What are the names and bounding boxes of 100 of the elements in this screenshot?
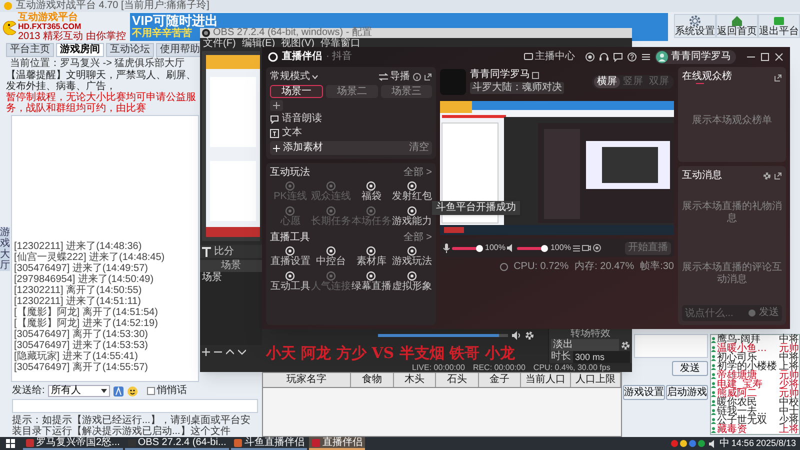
taskbar-item[interactable]: OBS 27.2.4 (64-bi... (124, 437, 230, 450)
director-button[interactable]: 导播 (379, 72, 410, 82)
source-item[interactable]: 语音朗读 (282, 114, 322, 124)
maximize-icon[interactable] (760, 52, 770, 62)
feature-button[interactable]: 游戏玩法 (392, 246, 432, 270)
microphone-slider[interactable] (452, 246, 480, 250)
feature-button[interactable]: 游戏能力 (392, 206, 432, 230)
record-icon[interactable] (585, 52, 595, 62)
feature-button[interactable]: 素材库 (351, 246, 392, 270)
player-rank: 元帅 (779, 344, 799, 353)
windows-logo-icon[interactable] (6, 439, 15, 448)
see-all-link[interactable]: 全部 > (403, 168, 432, 178)
swap-icon (379, 73, 388, 81)
circle-icon (406, 246, 417, 256)
scene-tab[interactable]: 场景二 (326, 85, 378, 98)
chat-icon[interactable] (613, 52, 623, 62)
ime-indicator[interactable]: 中 (719, 438, 730, 448)
font-icon[interactable] (112, 386, 124, 396)
help-icon[interactable] (627, 52, 637, 62)
message-input[interactable] (12, 399, 258, 413)
speaker-slider[interactable] (517, 246, 546, 250)
popout-icon[interactable] (774, 172, 782, 180)
emoji-icon[interactable] (126, 386, 138, 396)
monitor-icon (524, 53, 533, 61)
list-icon[interactable] (572, 244, 580, 252)
record-icon[interactable] (592, 244, 601, 252)
anchor-name: 青青同学罗马 (470, 70, 530, 80)
headset-icon[interactable] (599, 52, 609, 62)
transition-dropdown[interactable]: 淡出 (551, 339, 619, 351)
scene-item[interactable]: 场景 (200, 272, 262, 284)
player-name[interactable]: 公子世无双 (717, 416, 778, 425)
player-name[interactable]: 初心司乐 (717, 353, 778, 362)
feature-button[interactable]: 绿幕直播 (351, 271, 392, 295)
volume-reading: 100% (550, 244, 571, 252)
player-name[interactable]: 初学的小楼楼 (717, 362, 778, 371)
player-name[interactable]: 藏毒资 (717, 425, 778, 434)
action-button[interactable]: 游戏设置 (623, 385, 665, 400)
send-button[interactable]: 发送 (672, 361, 708, 376)
feature-button[interactable]: 虚拟形象 (392, 271, 432, 295)
anchor-center-button[interactable]: 主播中心 (524, 52, 575, 62)
camera-icon[interactable] (582, 244, 591, 252)
feature-button[interactable]: 中控台 (310, 246, 351, 270)
chat-message: [隐藏玩家] 进来了(14:55:41) (14, 351, 138, 362)
mode-dropdown[interactable]: 常规模式 (270, 72, 318, 82)
action-button[interactable]: 启动游戏 (666, 385, 708, 400)
popout-icon[interactable] (774, 74, 782, 82)
player-name[interactable]: 暖你农民 (717, 398, 778, 407)
audience-tab[interactable]: 在线观众榜 (682, 71, 732, 83)
plus-icon (273, 144, 280, 152)
volume-slider[interactable] (378, 334, 508, 336)
checkbox[interactable] (146, 387, 155, 395)
player-name[interactable]: 温暖小鱼… (717, 344, 778, 353)
menu-icon[interactable] (641, 52, 651, 62)
screen-mode-tab[interactable]: 横屏 (594, 76, 620, 88)
see-all-link[interactable]: 全部 > (403, 233, 432, 243)
tab[interactable]: 游戏房间 (56, 43, 104, 57)
recipient-dropdown[interactable]: 所有人 (48, 385, 110, 397)
chevron-down-icon[interactable] (238, 348, 246, 356)
taskbar-item[interactable]: 直播伴侣 (309, 437, 366, 450)
player-name[interactable]: 链我一去… (717, 407, 778, 416)
player-name[interactable]: 帝雄塘塘 (717, 371, 778, 380)
menu-item[interactable]: 停靠窗口 (320, 38, 360, 48)
feature-button[interactable]: 发射红包 (392, 181, 432, 205)
feature-button[interactable]: 福袋 (351, 181, 392, 205)
player-name[interactable]: 鹰鸟-阔拜 (717, 335, 778, 344)
taskbar-item[interactable]: 罗马复兴帝国2怒... (23, 437, 123, 450)
feature-button[interactable]: 互动工具 (270, 271, 310, 295)
taskbar-item[interactable]: 斗鱼直播伴侣 (231, 437, 308, 450)
message-input[interactable] (634, 334, 708, 358)
speaker-icon[interactable] (512, 330, 521, 340)
toolbar-button[interactable]: 系统设置 (674, 14, 716, 38)
circle-icon (285, 271, 296, 281)
clear-button[interactable]: 清空 (409, 143, 429, 153)
stats-text: 帧率:30 (640, 262, 674, 272)
add-scene-button[interactable] (270, 100, 283, 111)
player-name[interactable]: 熊威阿二 (717, 389, 778, 398)
toolbar-button[interactable]: 返回首页 (716, 14, 758, 38)
ring-logo-icon (268, 52, 278, 62)
banner-headline: VIP可随时进出 (132, 13, 218, 28)
close-icon[interactable] (774, 52, 784, 62)
column-header: 食物 (351, 373, 394, 387)
toolbar-button[interactable]: 退出平台 (758, 14, 800, 38)
user-menu[interactable]: 青青同学罗马 (655, 50, 736, 64)
overlay-caption: 小天 阿龙 方少 VS 半支烟 铁哥 小龙 (266, 344, 515, 362)
edit-icon[interactable] (532, 72, 539, 78)
player-icon (711, 372, 716, 378)
tab[interactable]: 互动论坛 (106, 43, 154, 57)
column-header: 人口上限 (571, 373, 621, 387)
source-item[interactable]: 文本 (282, 128, 302, 138)
tab[interactable]: 平台主页 (6, 43, 54, 57)
scene-tab[interactable]: 场景三 (380, 85, 432, 98)
popout-icon[interactable] (424, 73, 432, 81)
add-source-button[interactable]: 添加素材 (273, 143, 323, 153)
duration-field[interactable]: 300 ms (573, 351, 630, 363)
plus-icon[interactable] (202, 348, 210, 356)
side-tab[interactable]: 游戏大厅 (0, 226, 10, 270)
menu-item[interactable]: 文件(F) (203, 38, 236, 48)
chevron-up-icon[interactable] (226, 348, 234, 356)
feature-button[interactable]: 直播设置 (270, 246, 310, 270)
scene-tab[interactable]: 场景一 (270, 85, 324, 98)
